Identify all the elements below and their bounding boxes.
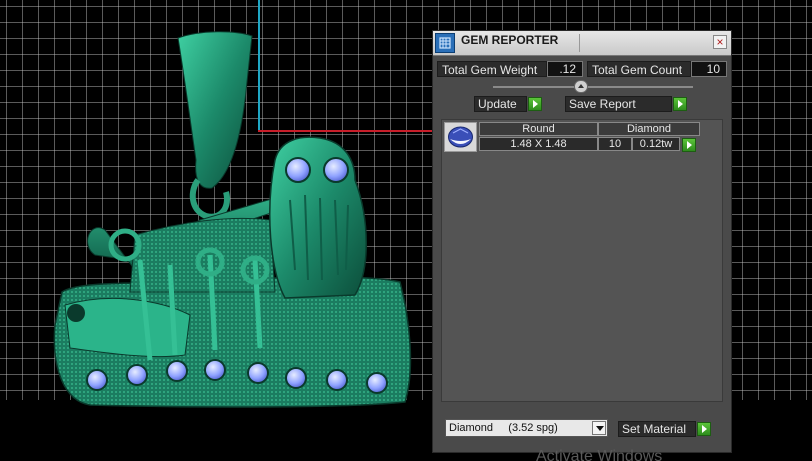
size-slider-track[interactable]: [493, 86, 693, 88]
set-material-play-arrow-icon[interactable]: [697, 422, 711, 436]
title-divider: [579, 34, 580, 52]
gem-reporter-app-icon: [435, 33, 455, 53]
gem-list-area: Round Diamond 1.48 X 1.48 10 0.12tw: [441, 119, 723, 402]
gem-reporter-panel: GEM REPORTER × Total Gem Weight .12 Tota…: [432, 30, 732, 453]
gem-row-play-arrow-icon[interactable]: [682, 138, 696, 152]
save-report-play-arrow-icon[interactable]: [673, 97, 687, 111]
total-gem-count-label: Total Gem Count: [587, 61, 691, 77]
gem-material-header: Diamond: [598, 122, 700, 136]
total-gem-count-value: 10: [691, 61, 727, 77]
dropdown-arrow-icon[interactable]: [592, 421, 606, 435]
gem-weight-cell: 0.12tw: [632, 137, 680, 151]
gem-count-cell: 10: [598, 137, 632, 151]
material-select-value: Diamond (3.52 spg): [449, 422, 558, 434]
panel-titlebar[interactable]: GEM REPORTER ×: [433, 31, 731, 56]
material-select[interactable]: Diamond (3.52 spg): [445, 419, 608, 437]
round-gem-icon[interactable]: [444, 122, 477, 152]
slider-thumb-icon[interactable]: [574, 80, 588, 93]
update-button[interactable]: Update: [474, 96, 527, 112]
panel-title: GEM REPORTER: [461, 33, 559, 47]
update-play-arrow-icon[interactable]: [528, 97, 542, 111]
owl-key-pendant-model[interactable]: [50, 30, 420, 410]
gem-shape-header: Round: [479, 122, 598, 136]
close-icon[interactable]: ×: [713, 35, 727, 49]
windows-activation-watermark: Activate Windows: [536, 448, 663, 461]
set-material-button[interactable]: Set Material: [618, 421, 696, 437]
total-gem-weight-value: .12: [547, 61, 583, 77]
gem-size-cell: 1.48 X 1.48: [479, 137, 598, 151]
save-report-button[interactable]: Save Report: [565, 96, 672, 112]
total-gem-weight-label: Total Gem Weight: [437, 61, 547, 77]
